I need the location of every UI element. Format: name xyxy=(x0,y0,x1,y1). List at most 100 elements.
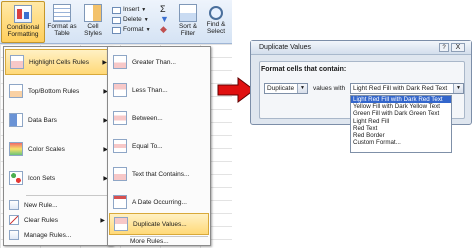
menu-item-label: Data Bars xyxy=(28,116,57,124)
submenu-item-less-than[interactable]: Less Than... xyxy=(109,77,209,103)
submenu-item-duplicate-values[interactable]: Duplicate Values... xyxy=(109,213,209,235)
cells-group: Insert ▼ Delete ▼ Format ▼ xyxy=(112,5,151,35)
highlight-cells-submenu: Greater Than... Less Than... Between... … xyxy=(107,46,211,246)
conditional-formatting-menu: Highlight Cells Rules ▶ Top/Bottom Rules… xyxy=(3,46,113,246)
format-option[interactable]: Red Text xyxy=(351,125,451,132)
text-contains-icon xyxy=(113,167,127,181)
menu-item-label: Icon Sets xyxy=(28,174,56,182)
submenu-item-label: Greater Than... xyxy=(132,58,176,66)
icon-sets-icon xyxy=(9,171,23,185)
menu-item-label: Top/Bottom Rules xyxy=(28,87,80,95)
menu-item-label: Color Scales xyxy=(28,145,65,153)
duplicate-values-icon xyxy=(114,217,128,231)
insert-button[interactable]: Insert ▼ xyxy=(112,5,151,15)
menu-item-color-scales[interactable]: Color Scales ▶ xyxy=(5,136,111,162)
new-rule-icon xyxy=(9,200,19,210)
top-bottom-icon xyxy=(9,84,23,98)
menu-item-new-rule[interactable]: New Rule... xyxy=(5,198,111,212)
help-icon[interactable]: ? xyxy=(439,43,449,52)
greater-than-icon xyxy=(113,55,127,69)
format-option[interactable]: Light Red Fill xyxy=(351,118,451,125)
submenu-item-label: Less Than... xyxy=(132,86,168,94)
menu-item-data-bars[interactable]: Data Bars ▶ xyxy=(5,107,111,133)
submenu-item-between[interactable]: Between... xyxy=(109,105,209,131)
excel-ribbon: Conditional Formatting Format as Table C… xyxy=(0,0,232,44)
delete-icon xyxy=(112,16,121,24)
conditional-formatting-icon xyxy=(14,5,32,23)
conditional-formatting-button[interactable]: Conditional Formatting xyxy=(1,1,45,43)
duplicate-type-select[interactable]: Duplicate ▼ xyxy=(264,83,308,94)
duplicate-type-value: Duplicate xyxy=(267,85,295,92)
highlight-cells-icon xyxy=(10,55,24,69)
sort-filter-icon xyxy=(179,4,197,22)
chevron-down-icon: ▼ xyxy=(145,27,151,33)
clear-icon[interactable]: ◆ xyxy=(160,24,169,34)
sort-filter-label: Sort & Filter xyxy=(178,23,198,37)
format-as-table-icon xyxy=(53,4,71,22)
menu-item-label: New Rule... xyxy=(24,201,58,209)
submenu-item-more-rules[interactable]: More Rules... xyxy=(109,236,209,247)
clear-rules-icon xyxy=(9,215,19,225)
submenu-item-greater-than[interactable]: Greater Than... xyxy=(109,49,209,75)
submenu-item-label: Duplicate Values... xyxy=(133,220,187,228)
equal-to-icon xyxy=(113,139,127,153)
format-option[interactable]: Custom Format... xyxy=(351,139,451,146)
editing-small-buttons: Σ ▼ ◆ xyxy=(160,4,169,34)
submenu-item-date-occurring[interactable]: A Date Occurring... xyxy=(109,189,209,215)
menu-item-manage-rules[interactable]: Manage Rules... xyxy=(5,228,111,242)
find-select-label: Find & Select xyxy=(206,21,226,35)
chevron-down-icon: ▼ xyxy=(143,17,149,23)
menu-item-label: Manage Rules... xyxy=(24,231,72,239)
delete-button[interactable]: Delete ▼ xyxy=(112,15,151,25)
submenu-item-label: A Date Occurring... xyxy=(132,198,187,206)
data-bars-icon xyxy=(9,113,23,127)
chevron-down-icon[interactable]: ▼ xyxy=(453,84,463,93)
format-label: Format xyxy=(123,26,144,33)
format-options-list: Light Red Fill with Dark Red Text Yellow… xyxy=(350,95,452,153)
submenu-item-text-contains[interactable]: Text that Contains... xyxy=(109,161,209,187)
menu-item-label: Clear Rules xyxy=(24,216,58,224)
format-button[interactable]: Format ▼ xyxy=(112,25,151,35)
between-icon xyxy=(113,111,127,125)
dialog-title: Duplicate Values xyxy=(259,44,312,51)
menu-item-icon-sets[interactable]: Icon Sets ▶ xyxy=(5,165,111,191)
submenu-item-label: Equal To... xyxy=(132,142,163,150)
cell-styles-button[interactable]: Cell Styles xyxy=(79,1,107,43)
insert-icon xyxy=(112,6,121,14)
cell-styles-label: Cell Styles xyxy=(84,23,102,37)
insert-label: Insert xyxy=(123,6,140,13)
find-select-button[interactable]: Find & Select xyxy=(203,1,229,43)
format-option[interactable]: Red Border xyxy=(351,132,451,139)
format-cells-label: Format cells that contain: xyxy=(261,66,347,73)
format-option[interactable]: Green Fill with Dark Green Text xyxy=(351,110,451,117)
calendar-icon xyxy=(113,195,127,209)
binoculars-icon xyxy=(209,6,223,20)
submenu-item-label: Text that Contains... xyxy=(132,170,190,178)
sort-filter-button[interactable]: Sort & Filter xyxy=(175,1,201,43)
submenu-item-equal-to[interactable]: Equal To... xyxy=(109,133,209,159)
format-select[interactable]: Light Red Fill with Dark Red Text ▼ xyxy=(350,83,464,94)
submenu-item-label: More Rules... xyxy=(130,238,169,245)
menu-item-highlight-cells-rules[interactable]: Highlight Cells Rules ▶ xyxy=(5,49,111,75)
dialog-titlebar: Duplicate Values ? X xyxy=(251,41,471,55)
less-than-icon xyxy=(113,83,127,97)
menu-item-clear-rules[interactable]: Clear Rules ▶ xyxy=(5,213,111,227)
chevron-right-icon: ▶ xyxy=(100,217,105,224)
menu-separator xyxy=(26,195,110,196)
manage-rules-icon xyxy=(9,230,19,240)
menu-item-top-bottom-rules[interactable]: Top/Bottom Rules ▶ xyxy=(5,78,111,104)
close-icon[interactable]: X xyxy=(451,43,465,52)
format-as-table-button[interactable]: Format as Table xyxy=(47,1,77,43)
autosum-icon[interactable]: Σ xyxy=(160,4,169,14)
chevron-down-icon[interactable]: ▼ xyxy=(297,84,307,93)
submenu-item-label: Between... xyxy=(132,114,163,122)
values-with-label: values with xyxy=(313,85,346,92)
format-option[interactable]: Yellow Fill with Dark Yellow Text xyxy=(351,103,451,110)
delete-label: Delete xyxy=(123,16,142,23)
format-option[interactable]: Light Red Fill with Dark Red Text xyxy=(351,96,451,104)
cell-styles-icon xyxy=(84,4,102,22)
chevron-down-icon: ▼ xyxy=(141,7,147,13)
format-select-value: Light Red Fill with Dark Red Text xyxy=(353,85,448,92)
color-scales-icon xyxy=(9,142,23,156)
fill-icon[interactable]: ▼ xyxy=(160,14,169,24)
